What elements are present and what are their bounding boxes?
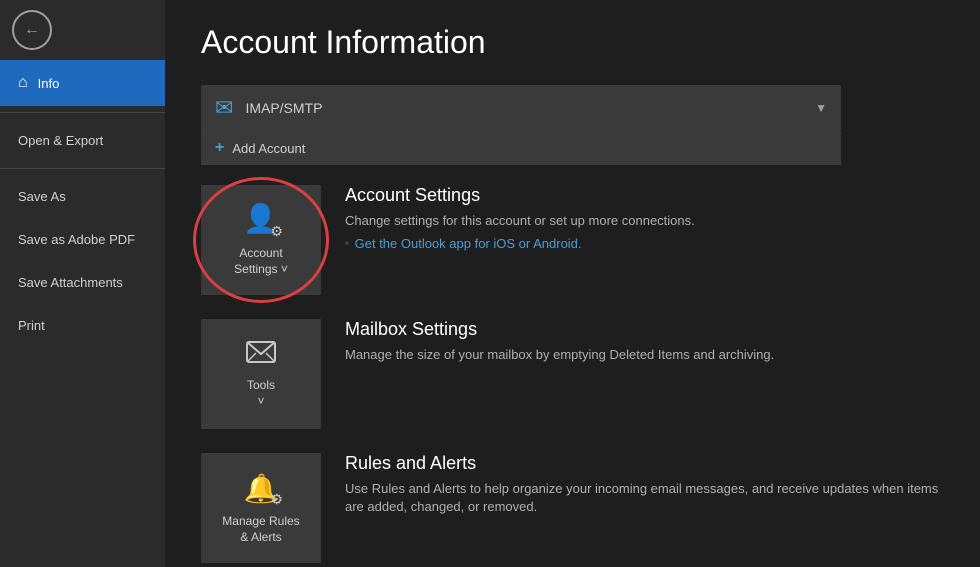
sidebar-item-save-attachments[interactable]: Save Attachments: [0, 261, 165, 304]
tools-row: Tools˅ Mailbox Settings Manage the size …: [201, 319, 944, 429]
manage-rules-tile[interactable]: 🔔 ⚙ Manage Rules& Alerts: [201, 453, 321, 563]
tools-tile-label: Tools˅: [247, 378, 275, 409]
back-button[interactable]: ←: [12, 10, 52, 50]
sidebar-item-save-as-pdf[interactable]: Save as Adobe PDF: [0, 218, 165, 261]
mailbox-settings-description: Manage the size of your mailbox by empty…: [345, 346, 944, 364]
sidebar-item-label: Save Attachments: [18, 275, 123, 290]
sidebar-item-open-export[interactable]: Open & Export: [0, 119, 165, 162]
tools-tile[interactable]: Tools˅: [201, 319, 321, 429]
rules-alerts-row: 🔔 ⚙ Manage Rules& Alerts Rules and Alert…: [201, 453, 944, 563]
account-settings-title: Account Settings: [345, 185, 944, 206]
rules-alerts-description: Use Rules and Alerts to help organize yo…: [345, 480, 944, 516]
gear-small-icon: ⚙: [270, 491, 283, 508]
back-icon: ←: [24, 21, 40, 39]
rules-alerts-info: Rules and Alerts Use Rules and Alerts to…: [345, 453, 944, 522]
add-account-label: Add Account: [232, 141, 305, 156]
sidebar: ← ⌂ Info Open & Export Save As Save as A…: [0, 0, 165, 567]
account-settings-info: Account Settings Change settings for thi…: [345, 185, 944, 251]
manage-rules-tile-label: Manage Rules& Alerts: [222, 514, 299, 545]
tools-envelope-icon: [246, 338, 276, 370]
person-gear-icon: 👤 ⚙: [243, 202, 279, 238]
account-settings-description: Change settings for this account or set …: [345, 212, 944, 230]
sidebar-item-label: Info: [38, 76, 60, 91]
dropdown-arrow-icon: ▼: [815, 101, 827, 115]
main-content: Account Information ✉ IMAP/SMTP ▼ + Add …: [165, 0, 980, 567]
mailbox-settings-title: Mailbox Settings: [345, 319, 944, 340]
sidebar-divider-1: [0, 112, 165, 113]
sidebar-item-label: Save As: [18, 189, 66, 204]
account-settings-row: 👤 ⚙ AccountSettings ˅ Account Settings C…: [201, 185, 944, 295]
sidebar-item-label: Open & Export: [18, 133, 103, 148]
outlook-app-link[interactable]: Get the Outlook app for iOS or Android.: [345, 236, 944, 251]
plus-icon: +: [215, 139, 224, 157]
sidebar-item-info[interactable]: ⌂ Info: [0, 60, 165, 106]
home-icon: ⌂: [18, 74, 28, 92]
account-settings-tile-wrapper: 👤 ⚙ AccountSettings ˅: [201, 185, 321, 295]
sidebar-item-save-as[interactable]: Save As: [0, 175, 165, 218]
account-selector-dropdown[interactable]: ✉ IMAP/SMTP ▼: [201, 85, 841, 131]
page-title: Account Information: [201, 24, 944, 61]
account-settings-tile[interactable]: 👤 ⚙ AccountSettings ˅: [201, 185, 321, 295]
account-name-label: IMAP/SMTP: [245, 100, 803, 116]
gear-icon: ⚙: [270, 223, 283, 240]
sidebar-item-print[interactable]: Print: [0, 304, 165, 347]
sidebar-divider-2: [0, 168, 165, 169]
tools-info: Mailbox Settings Manage the size of your…: [345, 319, 944, 370]
mail-icon: ✉: [215, 95, 233, 121]
rules-alerts-title: Rules and Alerts: [345, 453, 944, 474]
account-settings-tile-label: AccountSettings ˅: [234, 246, 288, 277]
sidebar-item-label: Save as Adobe PDF: [18, 232, 135, 247]
bell-gear-icon: 🔔 ⚙: [243, 470, 279, 506]
add-account-button[interactable]: + Add Account: [201, 131, 841, 165]
sidebar-item-label: Print: [18, 318, 45, 333]
tiles-area: 👤 ⚙ AccountSettings ˅ Account Settings C…: [201, 185, 944, 567]
